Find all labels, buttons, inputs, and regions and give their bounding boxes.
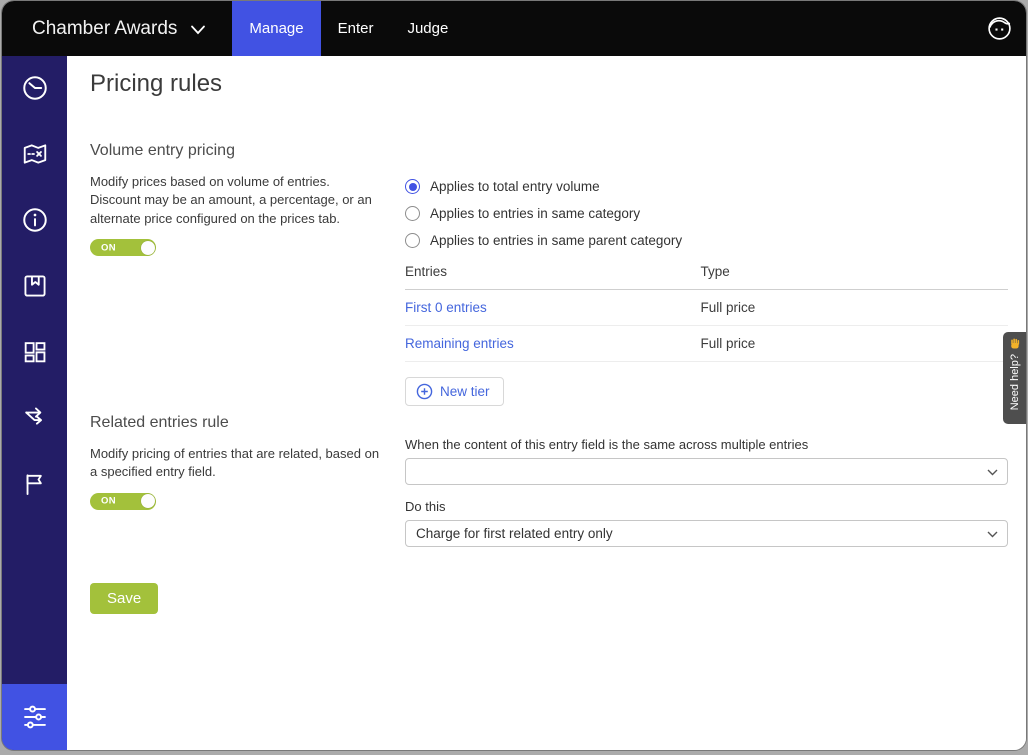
- volume-section-title: Volume entry pricing: [90, 142, 384, 160]
- info-icon: [21, 206, 49, 234]
- volume-section-description: Modify prices based on volume of entries…: [90, 173, 384, 228]
- tab-judge[interactable]: Judge: [390, 1, 465, 56]
- sliders-icon: [21, 703, 49, 731]
- clock-icon: [21, 74, 49, 102]
- table-row: Remaining entries Full price: [405, 326, 1008, 362]
- tier-link-remaining-entries[interactable]: Remaining entries: [405, 336, 700, 351]
- tier-type: Full price: [700, 300, 1008, 315]
- tiers-table: Entries Type First 0 entries Full price …: [405, 264, 1008, 362]
- radio-button-selected[interactable]: [405, 179, 420, 194]
- volume-toggle-knob: [141, 241, 155, 255]
- sidebar-item-forward[interactable]: [21, 404, 49, 432]
- radio-button[interactable]: [405, 206, 420, 221]
- dashboard-grid-icon: [21, 338, 49, 366]
- radio-label: Applies to entries in same parent catego…: [430, 233, 682, 248]
- chevron-down-icon: [987, 469, 998, 476]
- map-x-icon: [21, 140, 49, 168]
- related-section-info: Related entries rule Modify pricing of e…: [90, 414, 384, 510]
- sidebar-item-clock[interactable]: [21, 74, 49, 102]
- tab-enter[interactable]: Enter: [321, 1, 391, 56]
- related-section-controls: When the content of this entry field is …: [405, 437, 1008, 547]
- sidebar-item-settings[interactable]: [2, 684, 67, 750]
- tier-link-first-entries[interactable]: First 0 entries: [405, 300, 700, 315]
- entry-field-select[interactable]: [405, 458, 1008, 485]
- radio-same-category[interactable]: Applies to entries in same category: [405, 200, 1008, 227]
- tier-type: Full price: [700, 336, 1008, 351]
- flag-icon: [21, 470, 49, 498]
- do-this-select[interactable]: Charge for first related entry only: [405, 520, 1008, 547]
- need-help-label: Need help?: [1009, 354, 1021, 410]
- forward-arrows-icon: [21, 404, 49, 432]
- waving-hand-icon: [1008, 337, 1022, 351]
- related-toggle-knob: [141, 494, 155, 508]
- do-this-label: Do this: [405, 499, 1008, 514]
- app-window: Chamber Awards Manage Enter Judge: [2, 1, 1026, 750]
- radio-total-entry-volume[interactable]: Applies to total entry volume: [405, 173, 1008, 200]
- chevron-down-icon: [190, 25, 206, 35]
- sidebar-item-info[interactable]: [21, 206, 49, 234]
- topbar-spacer: [465, 1, 986, 56]
- need-help-tab[interactable]: Need help?: [1003, 332, 1026, 424]
- column-header-entries: Entries: [405, 264, 700, 279]
- event-name: Chamber Awards: [32, 18, 177, 40]
- top-tabs: Manage Enter Judge: [232, 1, 465, 56]
- new-tier-button[interactable]: New tier: [405, 377, 504, 406]
- sidebar-item-map[interactable]: [21, 140, 49, 168]
- main-content: Pricing rules Volume entry pricing Modif…: [67, 56, 1026, 750]
- event-switcher[interactable]: Chamber Awards: [2, 1, 232, 56]
- related-toggle-label: ON: [101, 496, 116, 507]
- sidebar: [2, 56, 67, 750]
- table-row: First 0 entries Full price: [405, 290, 1008, 326]
- chevron-down-icon: [987, 531, 998, 538]
- do-this-value: Charge for first related entry only: [416, 526, 613, 541]
- radio-same-parent-category[interactable]: Applies to entries in same parent catego…: [405, 227, 1008, 254]
- related-section-title: Related entries rule: [90, 414, 384, 432]
- new-tier-label: New tier: [440, 384, 490, 399]
- related-section-description: Modify pricing of entries that are relat…: [90, 445, 384, 482]
- tab-manage[interactable]: Manage: [232, 1, 320, 56]
- tiers-table-header: Entries Type: [405, 264, 1008, 290]
- related-toggle[interactable]: ON: [90, 493, 156, 510]
- sidebar-item-dashboard[interactable]: [21, 338, 49, 366]
- volume-toggle[interactable]: ON: [90, 239, 156, 256]
- page-title: Pricing rules: [90, 70, 222, 98]
- entry-field-label: When the content of this entry field is …: [405, 437, 1008, 452]
- top-nav-bar: Chamber Awards Manage Enter Judge: [2, 1, 1026, 56]
- radio-label: Applies to total entry volume: [430, 179, 600, 194]
- sidebar-item-bookmark[interactable]: [21, 272, 49, 300]
- sidebar-item-flag[interactable]: [21, 470, 49, 498]
- save-button[interactable]: Save: [90, 583, 158, 614]
- account-menu[interactable]: [986, 1, 1026, 56]
- volume-section-info: Volume entry pricing Modify prices based…: [90, 142, 384, 256]
- radio-label: Applies to entries in same category: [430, 206, 640, 221]
- radio-button[interactable]: [405, 233, 420, 248]
- plus-circle-icon: [416, 383, 433, 400]
- app-body: Pricing rules Volume entry pricing Modif…: [2, 56, 1026, 750]
- column-header-type: Type: [700, 264, 1008, 279]
- volume-section-controls: Applies to total entry volume Applies to…: [405, 173, 1008, 406]
- avatar-face-icon: [986, 15, 1013, 42]
- volume-toggle-label: ON: [101, 242, 116, 253]
- bookmark-box-icon: [21, 272, 49, 300]
